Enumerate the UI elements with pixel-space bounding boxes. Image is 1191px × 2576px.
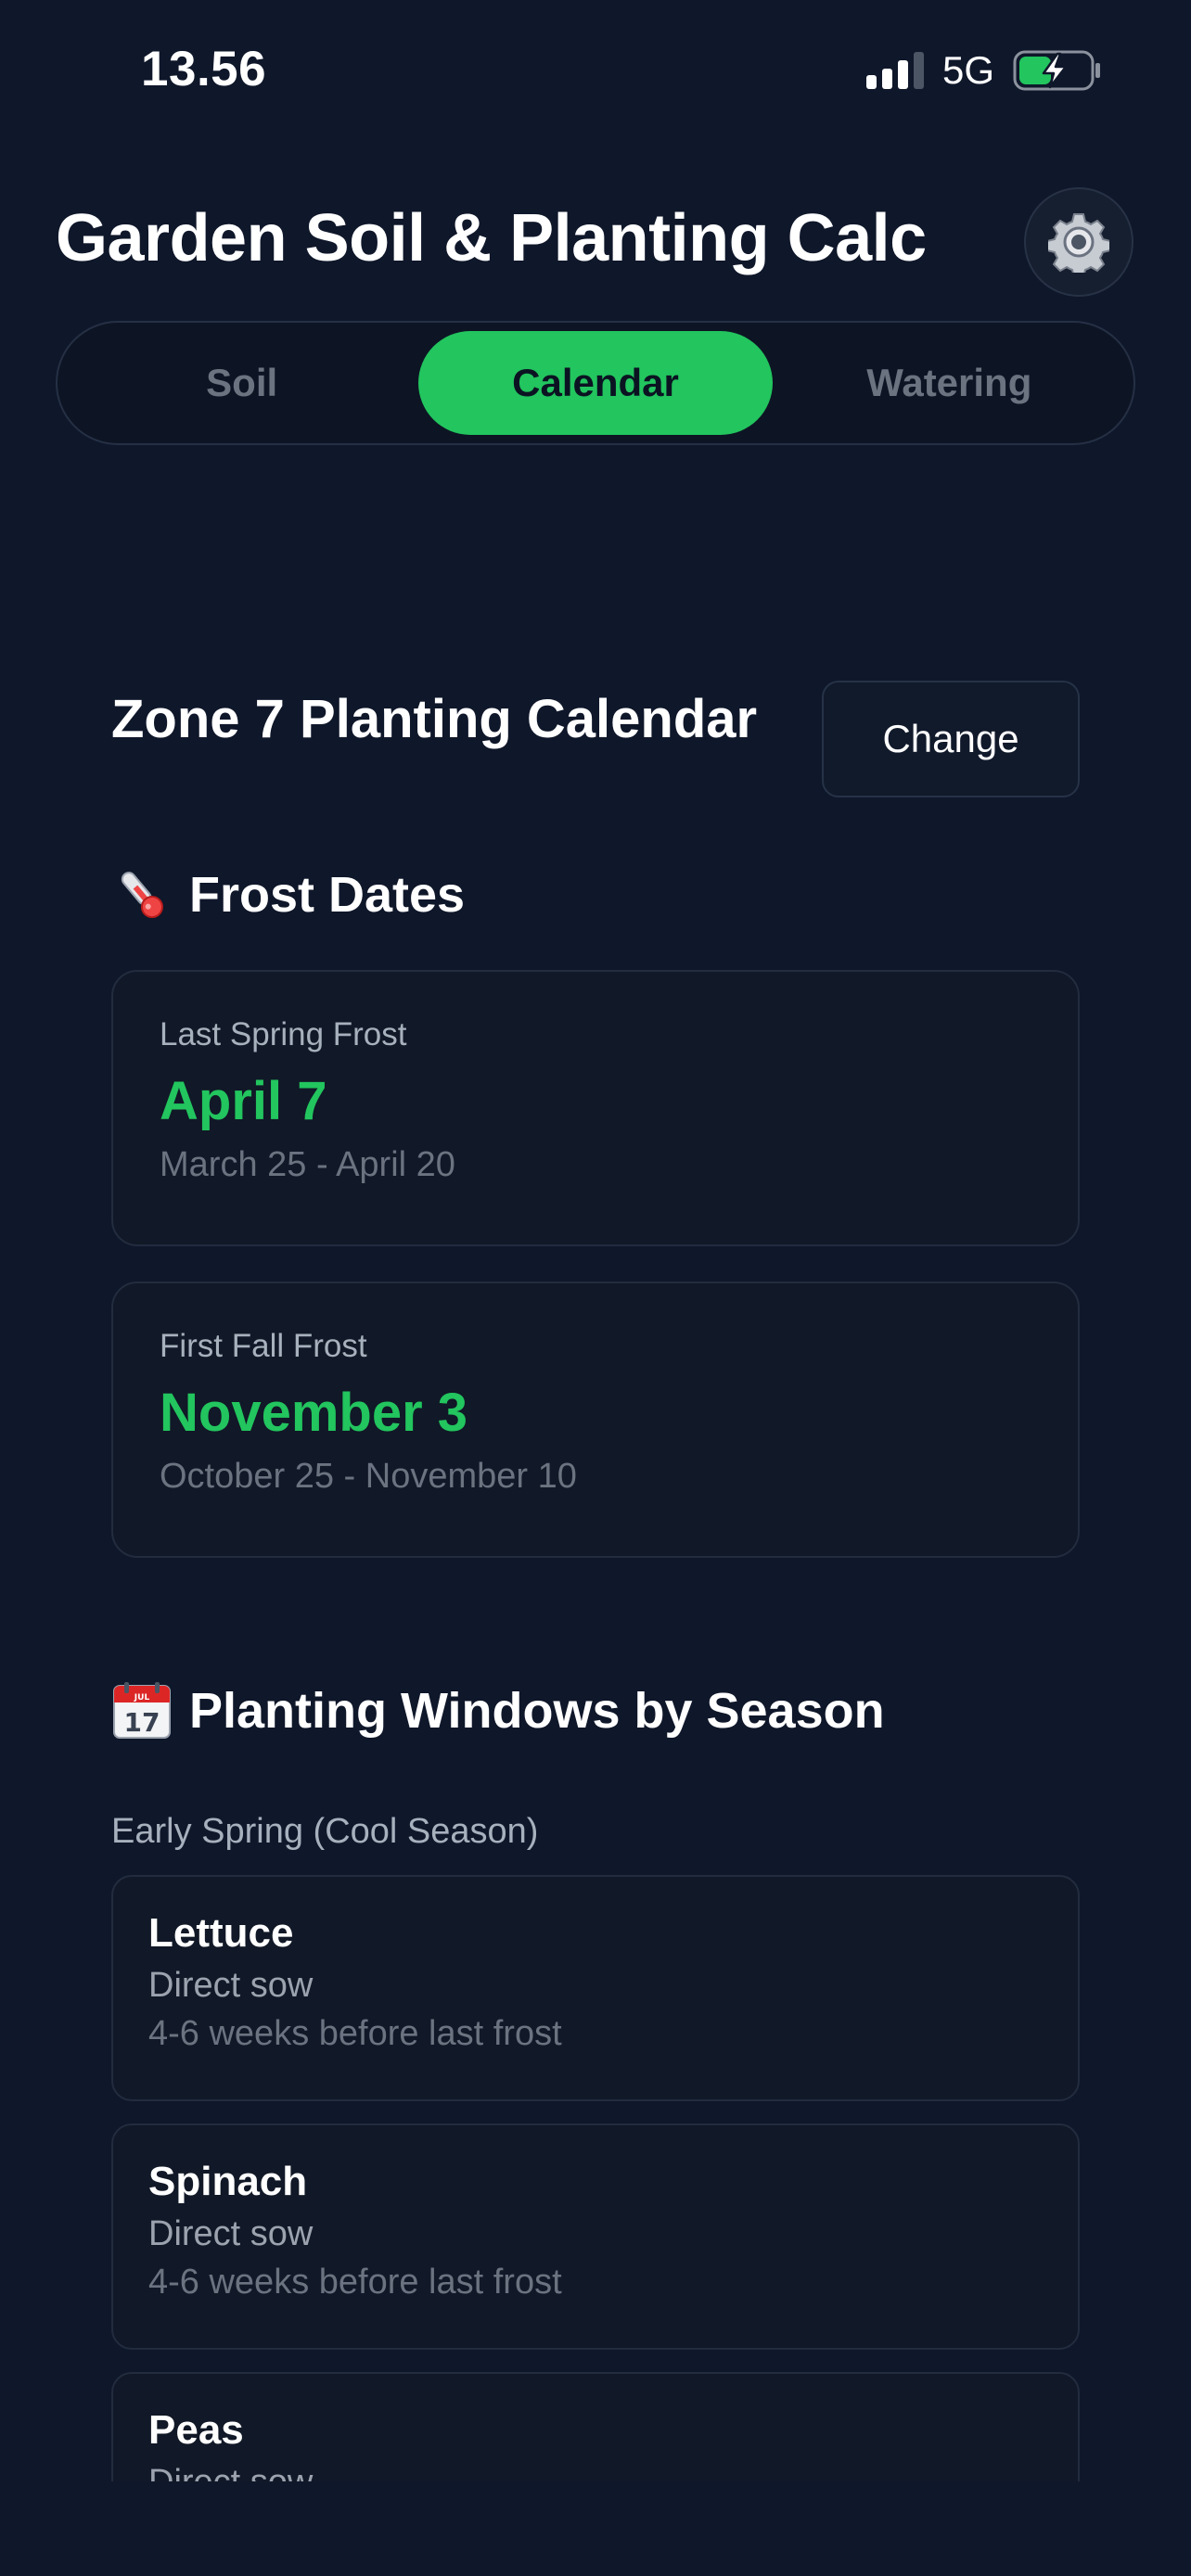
frost-date: November 3	[160, 1383, 468, 1443]
frost-range: March 25 - April 20	[160, 1145, 455, 1184]
season-label: Early Spring (Cool Season)	[111, 1812, 539, 1851]
calendar-icon: JUL 17	[113, 1682, 171, 1739]
crop-name: Peas	[148, 2407, 244, 2453]
change-zone-button[interactable]: Change	[822, 681, 1080, 797]
crop-card-peas[interactable]: Peas Direct sow	[111, 2372, 1080, 2481]
planting-windows-heading: JUL 17 Planting Windows by Season	[111, 1680, 885, 1741]
frost-label: Last Spring Frost	[160, 1016, 407, 1052]
crop-method: Direct sow	[148, 2461, 1043, 2481]
planting-windows-label: Planting Windows by Season	[189, 1683, 885, 1739]
crop-timing: 4-6 weeks before last frost	[148, 2014, 562, 2053]
frost-date: April 7	[160, 1071, 327, 1131]
frost-dates-heading: Frost Dates	[111, 864, 465, 925]
crop-timing: 4-6 weeks before last frost	[148, 2263, 562, 2302]
crop-card-lettuce[interactable]: Lettuce Direct sow 4-6 weeks before last…	[111, 1875, 1080, 2101]
first-fall-frost-card: First Fall Frost November 3 October 25 -…	[111, 1282, 1080, 1558]
svg-text:17: 17	[124, 1707, 160, 1738]
crop-method: Direct sow	[148, 2214, 314, 2253]
app-screen: 13.56 5G Garden Soil & Planting Calc Soi…	[0, 0, 1191, 2576]
svg-text:JUL: JUL	[134, 1693, 150, 1702]
frost-dates-label: Frost Dates	[189, 867, 466, 923]
crop-method: Direct sow	[148, 1966, 314, 2005]
crop-card-spinach[interactable]: Spinach Direct sow 4-6 weeks before last…	[111, 2123, 1080, 2350]
frost-label: First Fall Frost	[160, 1328, 367, 1364]
crop-name: Lettuce	[148, 1910, 294, 1956]
frost-range: October 25 - November 10	[160, 1457, 577, 1496]
zone-title: Zone 7 Planting Calendar	[111, 689, 758, 749]
calendar-header: Zone 7 Planting Calendar Change	[111, 681, 1080, 799]
content-area: Zone 7 Planting Calendar Change Frost Da…	[0, 0, 1191, 2481]
crop-name: Spinach	[148, 2159, 308, 2204]
last-spring-frost-card: Last Spring Frost April 7 March 25 - Apr…	[111, 970, 1080, 1246]
thermometer-icon	[121, 872, 163, 919]
